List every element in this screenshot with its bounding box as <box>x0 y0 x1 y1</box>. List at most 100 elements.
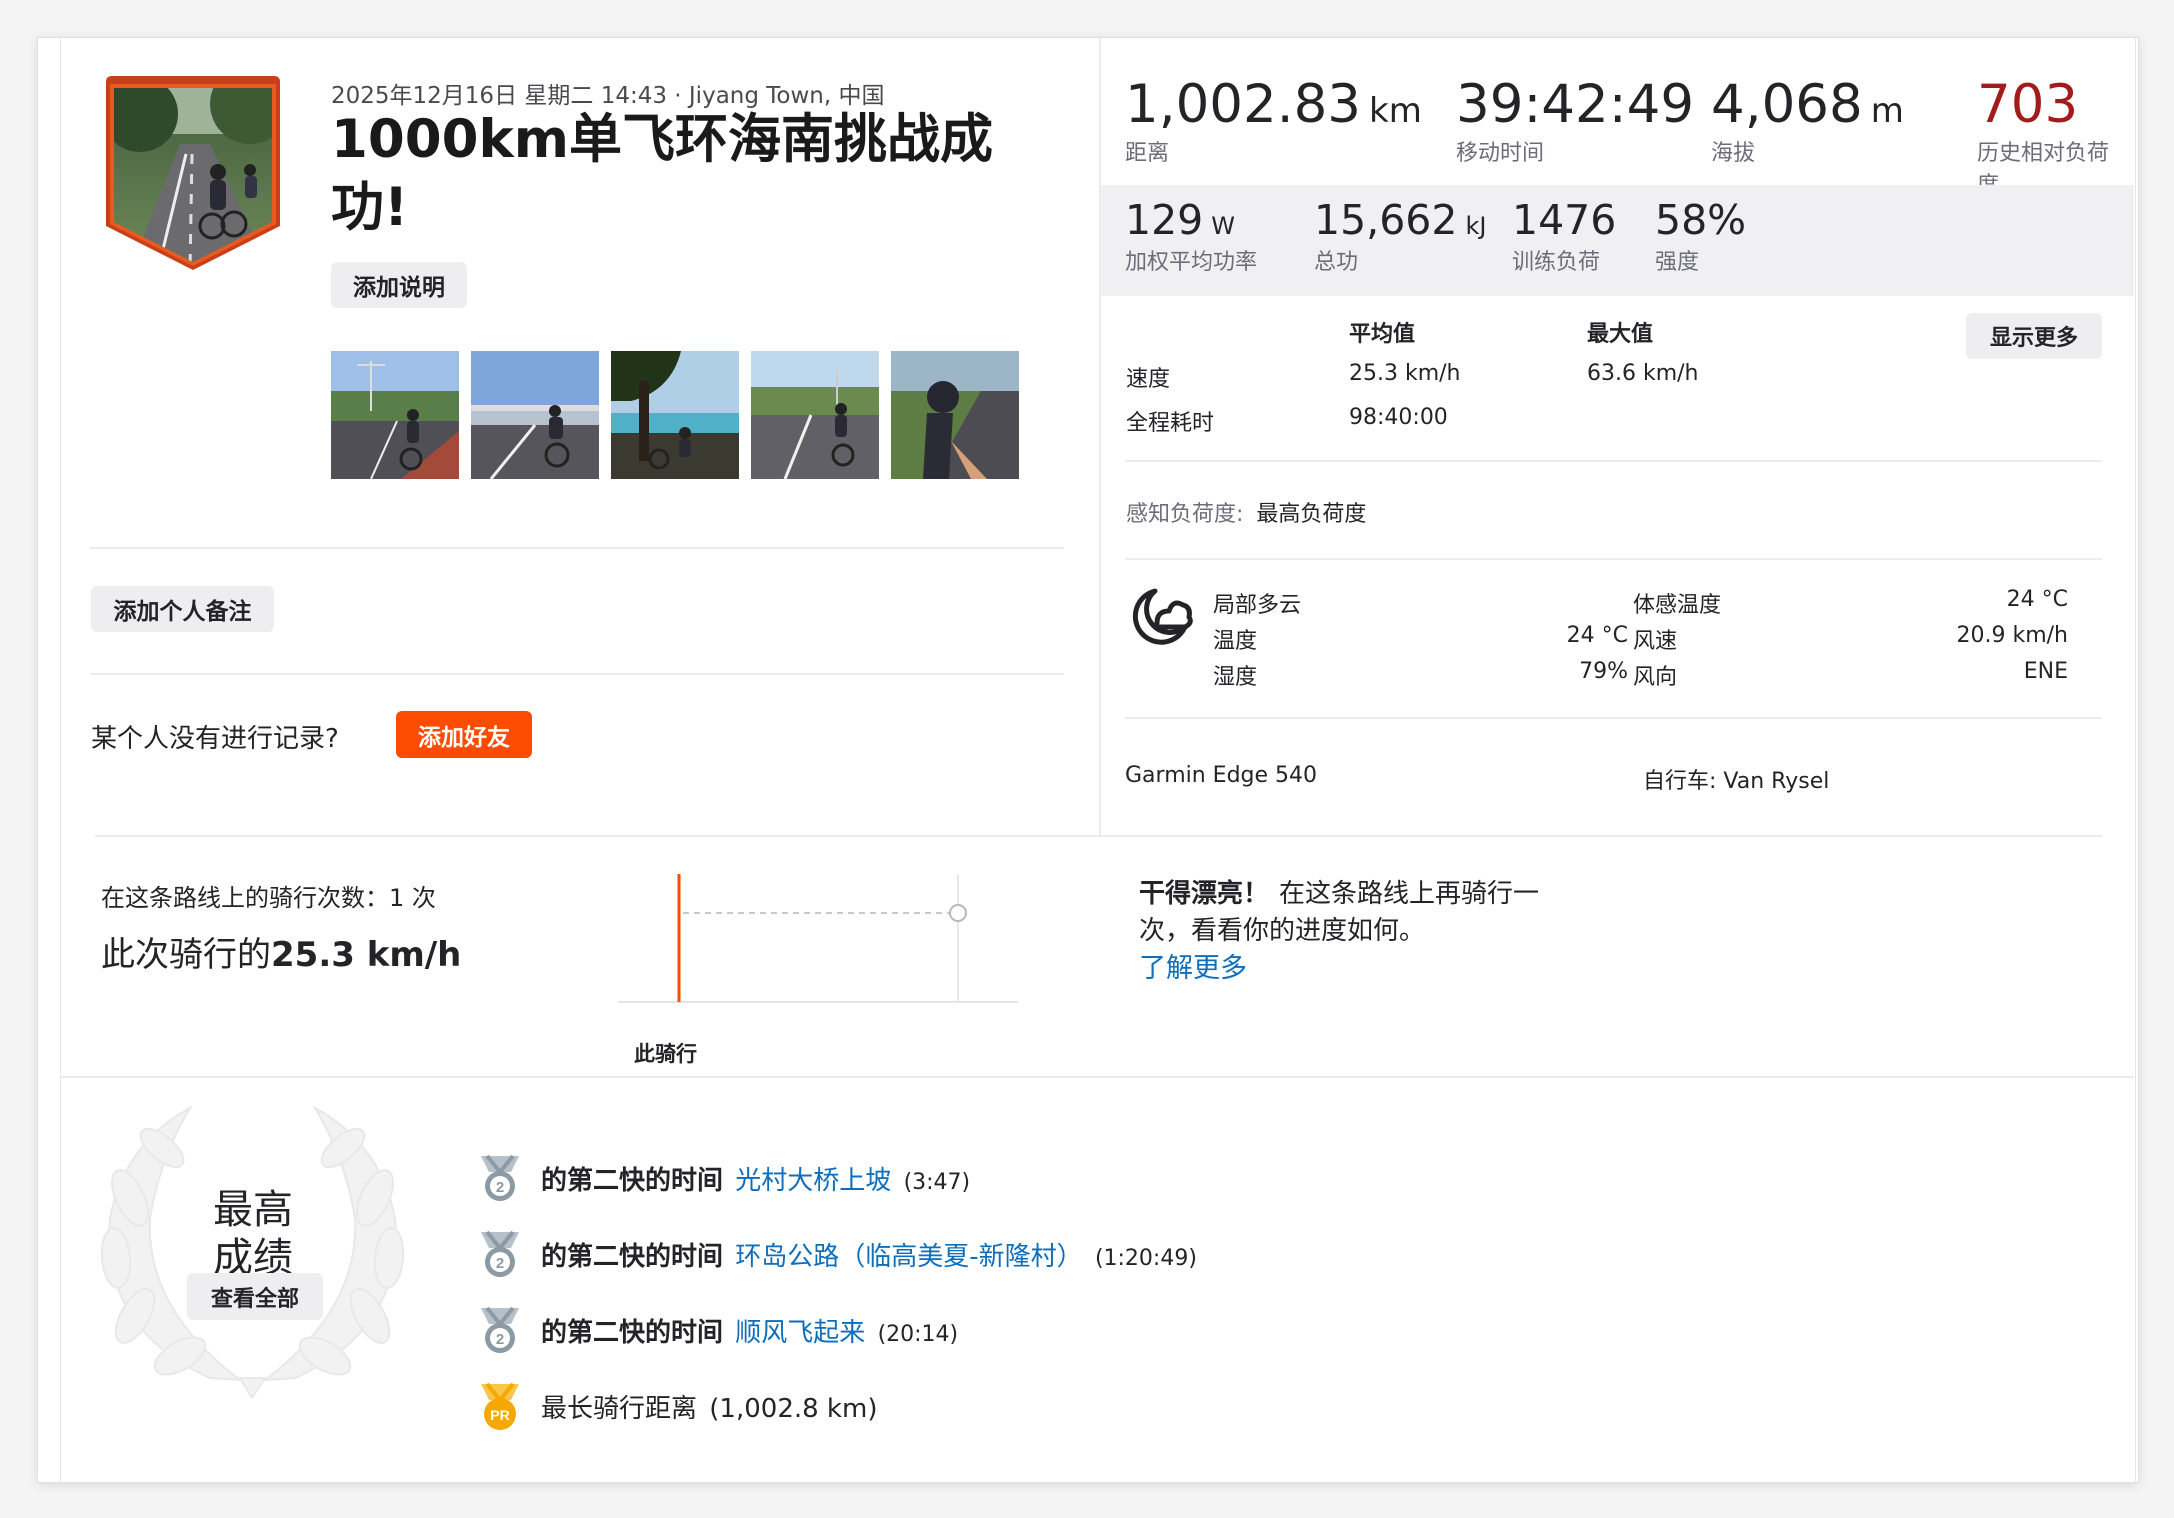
achievement-text: 最长骑行距离 (1,002.8 km) <box>541 1388 877 1425</box>
route-ride-count: 在这条路线上的骑行次数：1 次 <box>101 884 436 912</box>
perceived-effort-label: 感知负荷度: <box>1126 502 1244 527</box>
stat-total-work-value: 15,662 kJ <box>1314 196 1487 244</box>
show-more-button[interactable]: 显示更多 <box>1966 313 2102 359</box>
stat-training-load-value: 1476 <box>1512 196 1617 244</box>
right-rule <box>2135 38 2136 1482</box>
route-speed-value: 25.3 km/h <box>271 935 462 975</box>
achievement-prefix: 的第二快的时间 <box>541 1165 724 1196</box>
route-chart-label: 此骑行 <box>634 1042 697 1066</box>
stat-moving-time-label: 移动时间 <box>1456 141 1545 166</box>
stat-weighted-power-label: 加权平均功率 <box>1125 250 1258 275</box>
add-private-note-button[interactable]: 添加个人备注 <box>91 586 274 632</box>
table-row-speed-avg: 25.3 km/h <box>1349 361 1461 386</box>
route-speed-summary: 此次骑行的25.3 km/h <box>101 927 461 976</box>
stat-training-load: 1476 训练负荷 <box>1512 196 1616 276</box>
view-all-achievements-button[interactable]: 查看全部 <box>187 1273 323 1320</box>
activity-title-line-1: 1000km单飞环海南挑战成 <box>331 109 993 170</box>
photo-thumbnail-4[interactable] <box>751 351 879 479</box>
stat-moving-time: 39:42:49 移动时间 <box>1456 74 1694 167</box>
add-friend-button[interactable]: 添加好友 <box>396 711 532 758</box>
primary-stats: 1,002.83 km 距离 39:42:49 移动时间 4,068 m 海拔 70… <box>1125 74 2125 198</box>
route-message-text-1: 在这条路线上再骑行一 <box>1279 879 1540 909</box>
activity-title-line-2: 功! <box>331 177 409 238</box>
achievement-time: (20:14) <box>877 1321 959 1347</box>
secondary-stats-band: 129 W 加权平均功率 15,662 kJ 总功 1476 训练负荷 58% 强度 <box>1101 185 2134 296</box>
stat-elevation: 4,068 m 海拔 <box>1711 74 1904 167</box>
left-rule <box>60 38 61 1482</box>
route-speed-prefix: 此次骑行的 <box>101 935 271 975</box>
route-message-bold: 干得漂亮！ <box>1139 879 1270 909</box>
table-row-elapsed-label: 全程耗时 <box>1126 411 1215 436</box>
personal-record-icon: PR <box>475 1380 525 1432</box>
achievement-time: (3:47) <box>903 1169 971 1195</box>
segment-link[interactable]: 顺风飞起来 <box>735 1318 865 1348</box>
photo-thumbnail-3[interactable] <box>611 351 739 479</box>
achievement-text: 的第二快的时间 光村大桥上坡 (3:47) <box>541 1160 970 1197</box>
svg-text:PR: PR <box>490 1407 509 1423</box>
photo-thumbnail-1[interactable] <box>331 351 459 479</box>
segment-link[interactable]: 环岛公路（临高美夏-新隆村） <box>735 1242 1082 1272</box>
achievement-prefix: 的第二快的时间 <box>541 1317 724 1348</box>
learn-more-link[interactable]: 了解更多 <box>1139 950 1539 987</box>
stat-elevation-value: 4,068 m <box>1711 74 1904 135</box>
table-header-avg: 平均值 <box>1349 322 1416 347</box>
weather-wind-speed-value: 20.9 km/h <box>1956 623 2068 648</box>
avatar-badge[interactable] <box>100 74 286 270</box>
stat-elevation-label: 海拔 <box>1711 141 1756 166</box>
divider-right-2 <box>1125 558 2102 560</box>
svg-text:2: 2 <box>496 1331 504 1348</box>
achievements-title: 最高 成绩 <box>158 1186 348 1282</box>
photo-thumbnail-2[interactable] <box>471 351 599 479</box>
weather-temp-label: 温度 <box>1213 629 1258 654</box>
achievement-item[interactable]: PR 最长骑行距离 (1,002.8 km) <box>475 1380 877 1432</box>
add-description-button[interactable]: 添加说明 <box>331 262 467 308</box>
achievement-text: 的第二快的时间 顺风飞起来 (20:14) <box>541 1312 958 1349</box>
divider-left-2 <box>90 673 1064 675</box>
divider-right-1 <box>1125 460 2102 462</box>
stat-intensity: 58% 强度 <box>1655 196 1746 276</box>
photo-thumbnail-5[interactable] <box>891 351 1019 479</box>
achievement-item[interactable]: 2 的第二快的时间 光村大桥上坡 (3:47) <box>475 1152 970 1204</box>
svg-text:2: 2 <box>496 1255 504 1272</box>
device-name: Garmin Edge 540 <box>1125 763 1318 788</box>
stat-weighted-power-value: 129 W <box>1125 196 1235 244</box>
stat-distance-label: 距离 <box>1125 141 1170 166</box>
segment-link[interactable]: 光村大桥上坡 <box>735 1166 891 1196</box>
weather-condition: 局部多云 <box>1213 593 1302 618</box>
stat-training-load-label: 训练负荷 <box>1512 250 1601 275</box>
weather-temp-value: 24 °C <box>1566 623 1628 648</box>
column-divider <box>1099 38 1101 837</box>
route-message: 干得漂亮！ 在这条路线上再骑行一 次，看看你的进度如何。 了解更多 <box>1139 876 1539 987</box>
table-header-max: 最大值 <box>1587 322 1654 347</box>
divider-full-1 <box>95 835 2102 837</box>
stat-moving-time-value: 39:42:49 <box>1456 74 1695 135</box>
weather-icon <box>1125 583 1193 651</box>
achievement-time: (1:20:49) <box>1094 1245 1197 1271</box>
stat-distance: 1,002.83 km 距离 <box>1125 74 1422 167</box>
table-row-speed-label: 速度 <box>1126 367 1171 392</box>
perceived-effort: 感知负荷度: 最高负荷度 <box>1126 496 1366 528</box>
second-place-medal-icon: 2 <box>475 1152 525 1204</box>
weather-feels-value: 24 °C <box>2006 587 2068 612</box>
route-message-line-1: 干得漂亮！ 在这条路线上再骑行一 <box>1139 876 1539 913</box>
stat-relative-effort-value: 703 <box>1977 74 2079 135</box>
achievement-prefix: 的第二快的时间 <box>541 1241 724 1272</box>
svg-text:2: 2 <box>496 1179 504 1196</box>
route-message-line-2: 次，看看你的进度如何。 <box>1139 916 1426 946</box>
weather-wind-dir-label: 风向 <box>1633 665 1678 690</box>
activity-title[interactable]: 1000km单飞环海南挑战成 功! <box>331 106 1061 242</box>
route-chart-endpoint <box>949 904 967 922</box>
divider-full-2 <box>61 1076 2134 1078</box>
achievement-item[interactable]: 2 的第二快的时间 顺风飞起来 (20:14) <box>475 1304 958 1356</box>
stat-total-work: 15,662 kJ 总功 <box>1314 196 1486 276</box>
stat-relative-effort[interactable]: 703 历史相对负荷度 <box>1977 74 2125 199</box>
perceived-effort-value: 最高负荷度 <box>1256 502 1367 527</box>
stat-intensity-value: 58% <box>1655 196 1747 244</box>
activity-datetime-location: 2025年12月16日 星期二 14:43 · Jiyang Town, 中国 <box>331 83 885 109</box>
table-row-elapsed-avg: 98:40:00 <box>1349 405 1448 430</box>
achievement-text: 的第二快的时间 环岛公路（临高美夏-新隆村） (1:20:49) <box>541 1236 1197 1273</box>
second-place-medal-icon: 2 <box>475 1228 525 1280</box>
achievement-item[interactable]: 2 的第二快的时间 环岛公路（临高美夏-新隆村） (1:20:49) <box>475 1228 1197 1280</box>
bike-name[interactable]: 自行车: Van Rysel <box>1643 763 1829 795</box>
weather-feels-label: 体感温度 <box>1633 593 1722 618</box>
